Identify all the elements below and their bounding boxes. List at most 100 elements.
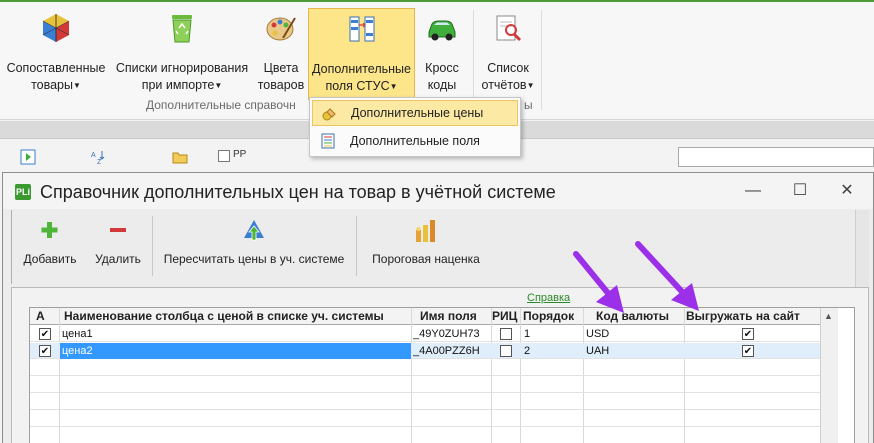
menu-item-extra-fields[interactable]: Дополнительные поля (312, 128, 518, 154)
menu-item-extra-prices[interactable]: Дополнительные цены (312, 100, 518, 126)
ribbon-label-line2: при импорте (141, 78, 215, 92)
chevron-down-icon: ▼ (389, 82, 398, 92)
table-header: А Наименование столбца с ценой в списке … (30, 308, 820, 325)
ribbon-label-line2: коды (427, 78, 457, 92)
ribbon-separator (473, 10, 474, 110)
price-column-name[interactable]: цена1 (60, 326, 411, 342)
dialog-title: Справочник дополнительных цен на товар в… (40, 182, 556, 202)
add-button[interactable]: Добавить (18, 214, 82, 280)
toolbar-scroll-strip[interactable] (855, 210, 869, 290)
coins-chart-icon (416, 220, 435, 242)
ribbon-label-line1: Список (487, 61, 529, 75)
ribbon-group-label-tail: ы (524, 98, 533, 112)
column-header-ric[interactable]: РИЦ (492, 308, 517, 325)
ribbon-button-goods-colors[interactable]: Цвета товаров (254, 8, 308, 100)
column-header-currency[interactable]: Код валюты (596, 308, 669, 325)
recycle-bin-icon (172, 15, 192, 43)
svg-text:A: A (91, 152, 96, 159)
add-button-label: Добавить (23, 252, 77, 266)
ribbon-label-line1: Цвета (263, 61, 299, 75)
empty-row (30, 428, 820, 443)
chevron-down-icon: ▼ (73, 81, 81, 91)
search-input[interactable] (678, 147, 874, 167)
export-to-site-checkbox[interactable] (742, 345, 754, 357)
chevron-down-icon: ▼ (214, 81, 223, 91)
palette-icon (266, 17, 296, 41)
column-header-export[interactable]: Выгружать на сайт (686, 308, 800, 325)
svg-text:Z: Z (97, 159, 102, 165)
threshold-markup-button[interactable]: Пороговая наценка (362, 214, 490, 280)
ribbon-label-line2: товаров (257, 78, 305, 92)
price-column-name[interactable]: цена2 (60, 343, 411, 359)
pp-checkbox[interactable] (218, 150, 230, 162)
help-link[interactable]: Справка (527, 292, 570, 304)
delete-button-label: Удалить (95, 252, 141, 266)
extra-prices-icon (322, 108, 336, 121)
dialog-title-bar: PLi Справочник дополнительных цен на тов… (3, 173, 873, 209)
menu-item-label: Дополнительные цены (351, 106, 484, 120)
recalculate-icon (244, 220, 264, 241)
toolbar-separator (152, 216, 153, 276)
ribbon-label-line1: Сопоставленные (6, 61, 106, 75)
empty-row (30, 411, 820, 427)
order-value[interactable]: 2 (524, 343, 582, 359)
export-to-site-checkbox[interactable] (742, 328, 754, 340)
play-frame-icon[interactable] (20, 149, 36, 165)
report-search-icon (496, 15, 522, 42)
ribbon-group-label: Дополнительные справочн (146, 98, 296, 112)
minimize-button[interactable]: — (741, 179, 765, 203)
empty-row (30, 360, 820, 376)
table-fields-icon (349, 16, 374, 42)
close-button[interactable]: ✕ (835, 179, 859, 203)
menu-item-label: Дополнительные поля (350, 134, 480, 148)
cube-icon (42, 14, 70, 42)
delete-button[interactable]: Удалить (86, 214, 150, 280)
empty-row (30, 394, 820, 410)
maximize-button[interactable]: ☐ (788, 179, 812, 203)
column-header-order[interactable]: Порядок (523, 308, 574, 325)
stus-fields-dropdown-menu: Дополнительные цены Дополнительные поля (309, 97, 521, 157)
order-value[interactable]: 1 (524, 326, 582, 342)
currency-code[interactable]: UAH (586, 343, 682, 359)
ribbon-label-line1: Дополнительные (312, 62, 411, 76)
toolbar-separator (356, 216, 357, 276)
recalc-prices-label: Пересчитать цены в уч. системе (163, 252, 345, 266)
ribbon-label-line2: отчётов (481, 78, 527, 92)
column-header-name[interactable]: Наименование столбца с ценой в списке уч… (64, 308, 384, 325)
table-row[interactable]: цена2 _4A00PZZ6H 2 UAH (30, 343, 820, 359)
field-name[interactable]: _49Y0ZUH73 (413, 326, 491, 342)
ribbon-button-matched-goods[interactable]: Сопоставленные товары▼ (4, 8, 108, 100)
table-vertical-scrollbar[interactable]: ▲ (820, 308, 838, 443)
ric-checkbox[interactable] (500, 345, 512, 357)
row-active-checkbox[interactable] (39, 328, 51, 340)
folder-icon[interactable] (172, 149, 188, 165)
ribbon-label-line2: товары (31, 78, 73, 92)
field-name[interactable]: _4A00PZZ6H (413, 343, 491, 359)
ribbon-button-ignore-lists[interactable]: Списки игнорирования при импорте▼ (110, 8, 254, 100)
minus-icon (110, 228, 126, 232)
threshold-markup-label: Пороговая наценка (372, 252, 480, 266)
chevron-down-icon: ▼ (526, 81, 535, 91)
ribbon-button-stus-extra-fields[interactable]: Дополнительные поля СТУС▼ (308, 8, 415, 100)
ribbon-label-line2: поля СТУС (325, 79, 390, 93)
ribbon-label-line1: Кросс (425, 61, 459, 75)
scroll-up-icon[interactable]: ▲ (824, 311, 833, 321)
ribbon-button-cross-codes[interactable]: Кросс коды (415, 8, 469, 100)
app-logo-icon: PLi (15, 184, 31, 200)
row-active-checkbox[interactable] (39, 345, 51, 357)
ribbon-button-reports-list[interactable]: Список отчётов▼ (478, 8, 538, 100)
column-header-field[interactable]: Имя поля (420, 308, 477, 325)
empty-row (30, 377, 820, 393)
ric-checkbox[interactable] (500, 328, 512, 340)
extra-prices-dialog: PLi Справочник дополнительных цен на тов… (2, 172, 874, 443)
dialog-toolbar: Добавить Удалить Пересчитать цены в уч. … (11, 210, 859, 284)
table-row[interactable]: цена1 _49Y0ZUH73 1 USD (30, 326, 820, 342)
extra-fields-icon (321, 133, 335, 149)
sort-az-icon[interactable]: A Z (90, 149, 106, 165)
ribbon-separator (541, 10, 542, 110)
recalc-prices-button[interactable]: Пересчитать цены в уч. системе (156, 214, 352, 280)
pp-checkbox-label: PP (233, 149, 247, 160)
column-header-active[interactable]: А (36, 308, 45, 325)
currency-code[interactable]: USD (586, 326, 682, 342)
car-icon (428, 20, 456, 41)
